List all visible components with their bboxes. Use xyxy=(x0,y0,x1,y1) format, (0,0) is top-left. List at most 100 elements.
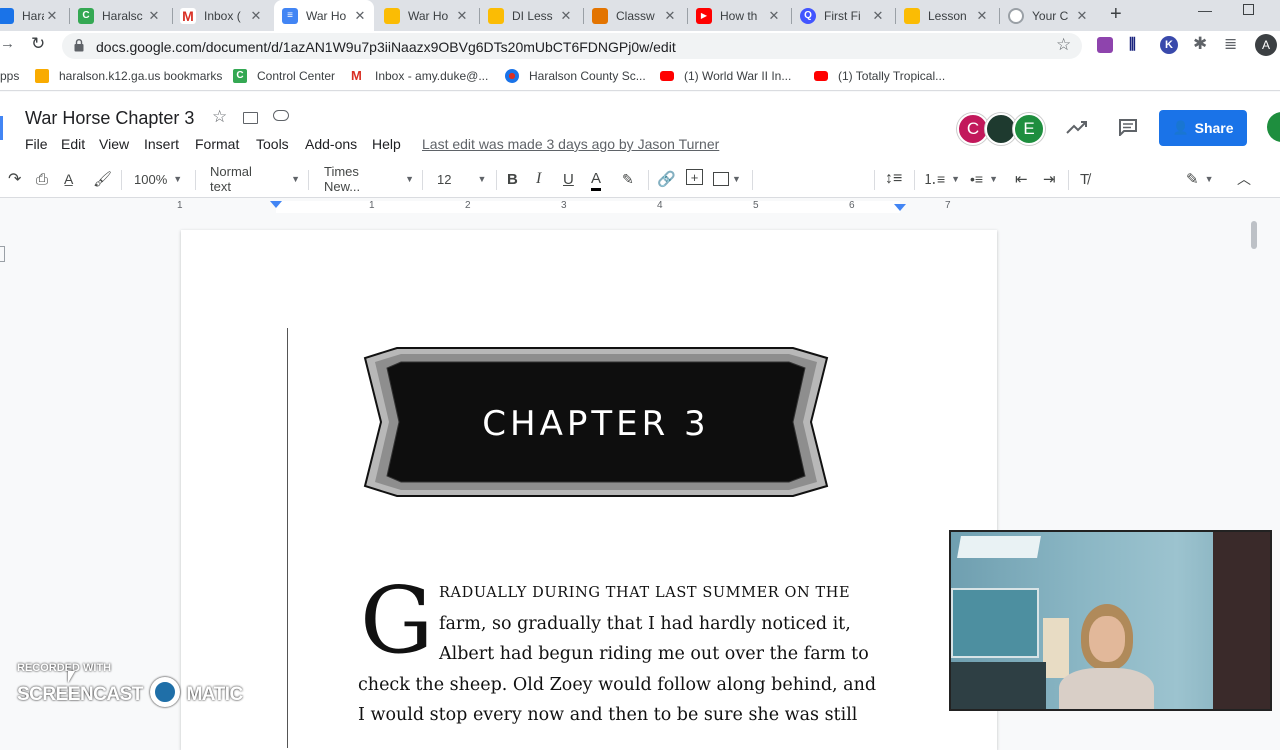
omnibox[interactable]: docs.google.com/document/d/1azAN1W9u7p3i… xyxy=(62,33,1082,59)
minimize-icon[interactable]: — xyxy=(1198,2,1212,18)
print-icon[interactable]: ⎙ xyxy=(36,169,48,189)
bookmark[interactable]: pps xyxy=(0,69,19,83)
close-icon[interactable]: ✕ xyxy=(44,8,60,24)
browser-tab[interactable]: Haralsc ✕ xyxy=(0,0,66,31)
browser-tab[interactable]: M Inbox ( ✕ xyxy=(172,0,270,31)
bold-icon[interactable]: B xyxy=(507,169,518,189)
browser-tab[interactable]: Q First Fi ✕ xyxy=(792,0,892,31)
browser-tab-active[interactable]: ≡ War Ho ✕ xyxy=(274,0,374,31)
ruler-number: 5 xyxy=(753,200,759,211)
share-label: Share xyxy=(1194,120,1234,136)
ruler-number: 3 xyxy=(561,200,567,211)
bookmark[interactable]: (1) Totally Tropical... xyxy=(814,69,945,83)
font-select[interactable]: Times New... ▼ xyxy=(324,164,414,194)
comment-icon[interactable] xyxy=(1118,118,1138,136)
activity-trend-icon[interactable] xyxy=(1066,120,1088,134)
editing-mode-icon[interactable]: ✎ ▼ xyxy=(1186,169,1214,189)
close-icon[interactable]: ✕ xyxy=(454,8,470,24)
bookmark[interactable]: (1) World War II In... xyxy=(660,69,791,83)
share-button[interactable]: 👤 Share xyxy=(1159,110,1247,146)
move-folder-icon[interactable] xyxy=(243,112,258,124)
line-spacing-icon[interactable]: ↕≡ xyxy=(885,169,902,189)
browser-tab[interactable]: ▶ How th ✕ xyxy=(688,0,788,31)
spellcheck-icon[interactable]: A̲ xyxy=(64,169,73,189)
collaborator-avatar[interactable]: E xyxy=(1013,113,1045,145)
collapse-menus-icon[interactable]: ︿ xyxy=(1237,169,1251,189)
profile-avatar[interactable]: A xyxy=(1255,34,1277,56)
close-icon[interactable]: ✕ xyxy=(662,8,678,24)
bookmark[interactable]: C Control Center xyxy=(233,69,335,83)
star-icon[interactable]: ☆ xyxy=(1056,35,1071,55)
bookmark[interactable]: M Inbox - amy.duke@... xyxy=(351,69,488,84)
italic-icon[interactable]: I xyxy=(536,169,541,189)
right-indent-marker[interactable] xyxy=(894,204,906,211)
highlight-icon[interactable]: ✎ xyxy=(622,169,634,189)
menu-format[interactable]: Format xyxy=(195,136,239,152)
bookmark[interactable]: Haralson County Sc... xyxy=(505,69,646,83)
restore-icon[interactable] xyxy=(1243,4,1254,15)
link-icon[interactable]: 🔗 xyxy=(657,169,676,189)
browser-tab[interactable]: Classw ✕ xyxy=(584,0,684,31)
outline-toggle-icon[interactable] xyxy=(0,246,5,262)
scrollbar-thumb[interactable] xyxy=(1251,221,1257,249)
extension-k-icon[interactable]: K xyxy=(1160,36,1178,54)
browser-tab[interactable]: Lesson ✕ xyxy=(896,0,996,31)
add-comment-icon[interactable]: + xyxy=(686,169,703,185)
caret-down-icon: ▼ xyxy=(405,174,414,184)
forward-icon[interactable]: → xyxy=(0,35,15,52)
bookmark-folder[interactable]: haralson.k12.ga.us bookmarks xyxy=(35,69,222,83)
underline-icon[interactable]: U xyxy=(563,169,574,189)
close-icon[interactable]: ✕ xyxy=(248,8,264,24)
menu-addons[interactable]: Add-ons xyxy=(305,136,357,152)
docs-icon: ≡ xyxy=(282,7,298,24)
star-icon[interactable]: ☆ xyxy=(212,107,227,127)
docs-header: War Horse Chapter 3 ☆ File Edit View Ins… xyxy=(0,92,1280,160)
browser-tab[interactable]: Your C ✕ xyxy=(1000,0,1096,31)
person-icon: 👤 xyxy=(1172,120,1189,135)
zoom-select[interactable]: 100% ▼ xyxy=(134,169,186,189)
close-icon[interactable]: ✕ xyxy=(146,8,162,24)
control-center-icon: C xyxy=(78,7,94,24)
decrease-indent-icon[interactable]: ⇤ xyxy=(1015,169,1028,189)
clear-formatting-icon[interactable]: T̸ xyxy=(1080,169,1089,189)
bookmark-label: Haralson County Sc... xyxy=(529,69,646,83)
close-icon[interactable]: ✕ xyxy=(1074,8,1090,24)
redo-icon[interactable]: ↷ xyxy=(8,169,21,189)
browser-tab[interactable]: C Haralsc ✕ xyxy=(70,0,168,31)
close-icon[interactable]: ✕ xyxy=(870,8,886,24)
document-page[interactable]: CHAPTER 3 G RADUALLY DURING THAT LAST SU… xyxy=(181,230,997,750)
new-tab-icon[interactable]: + xyxy=(1110,3,1122,26)
numbered-list-icon[interactable]: ⒈≡ ▼ xyxy=(923,169,960,189)
account-avatar[interactable] xyxy=(1267,112,1280,142)
reading-list-icon[interactable]: ≣ xyxy=(1224,34,1237,54)
increase-indent-icon[interactable]: ⇥ xyxy=(1043,169,1056,189)
close-icon[interactable]: ✕ xyxy=(974,8,990,24)
menu-insert[interactable]: Insert xyxy=(144,136,179,152)
last-edit-link[interactable]: Last edit was made 3 days ago by Jason T… xyxy=(422,136,719,152)
zoom-value: 100% xyxy=(134,171,168,187)
font-size-select[interactable]: 12 ▼ xyxy=(437,169,489,189)
menu-view[interactable]: View xyxy=(99,136,129,152)
style-select[interactable]: Normal text ▼ xyxy=(210,164,300,194)
menu-edit[interactable]: Edit xyxy=(61,136,85,152)
document-title[interactable]: War Horse Chapter 3 xyxy=(25,108,194,129)
menu-file[interactable]: File xyxy=(25,136,48,152)
extension-icon[interactable]: ⫼ xyxy=(1129,36,1136,53)
close-icon[interactable]: ✕ xyxy=(352,8,368,24)
menu-tools[interactable]: Tools xyxy=(256,136,289,152)
insert-image-icon[interactable]: ▼ xyxy=(713,169,741,189)
close-icon[interactable]: ✕ xyxy=(558,8,574,24)
menu-help[interactable]: Help xyxy=(372,136,401,152)
extension-icon[interactable] xyxy=(1097,37,1113,53)
paint-format-icon[interactable]: 🖌 xyxy=(93,169,112,189)
browser-tab[interactable]: War Ho ✕ xyxy=(376,0,476,31)
browser-tab[interactable]: DI Less ✕ xyxy=(480,0,580,31)
text-color-icon[interactable]: A xyxy=(591,169,602,191)
reload-icon[interactable]: ↻ xyxy=(31,34,45,54)
puzzle-icon[interactable]: ✱ xyxy=(1193,34,1207,54)
ruler-number: 6 xyxy=(849,200,855,211)
close-icon[interactable]: ✕ xyxy=(766,8,782,24)
left-indent-marker[interactable] xyxy=(270,201,282,208)
bulleted-list-icon[interactable]: •≡ ▼ xyxy=(970,169,998,189)
text-line: RADUALLY DURING THAT LAST SUMMER ON THE xyxy=(439,585,851,601)
